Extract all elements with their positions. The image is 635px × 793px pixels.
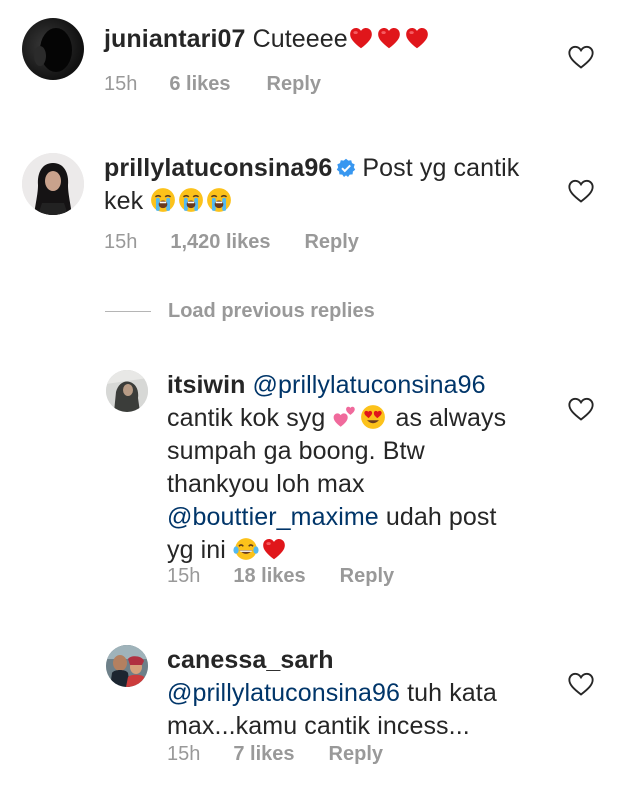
likes-count[interactable]: 6 likes (169, 73, 230, 96)
mention-link[interactable]: @prillylatuconsina96 (253, 371, 486, 399)
load-previous-replies[interactable]: Load previous replies (105, 300, 375, 323)
avatar-photo (106, 645, 148, 687)
comment-text: kek (104, 187, 144, 215)
comment-text: as always (395, 404, 507, 432)
verified-badge-icon (337, 158, 356, 177)
avatar-photo (34, 28, 72, 72)
red-heart-emoji-icon (377, 28, 400, 49)
avatar-photo (22, 153, 84, 215)
avatar[interactable] (22, 153, 84, 215)
avatar[interactable] (22, 18, 84, 80)
comment-text: sumpah ga boong. Btw (167, 437, 425, 465)
comment-body: itsiwin @prillylatuconsina96 cantik kok … (167, 369, 567, 567)
timestamp: 15h (167, 743, 201, 765)
username[interactable]: prillylatuconsina96 (104, 154, 332, 182)
username[interactable]: juniantari07 (104, 25, 246, 53)
comment-text: Cuteeee (252, 25, 348, 53)
like-heart-icon[interactable] (567, 178, 595, 204)
comment-text: tuh kata (407, 679, 497, 707)
divider (105, 311, 151, 312)
timestamp: 15h (104, 231, 138, 253)
reply-button[interactable]: Reply (304, 231, 358, 254)
load-previous-label[interactable]: Load previous replies (168, 300, 375, 323)
like-heart-icon[interactable] (567, 44, 595, 70)
comment-meta: 15h 7 likes Reply (167, 743, 383, 766)
avatar-photo (106, 370, 148, 412)
red-heart-emoji-icon (263, 539, 285, 560)
likes-count[interactable]: 18 likes (233, 565, 305, 588)
comment-text: thankyou loh max (167, 470, 365, 498)
reply-button[interactable]: Reply (340, 565, 394, 588)
comment-text: Post yg cantik (362, 154, 520, 182)
likes-count[interactable]: 1,420 likes (170, 231, 270, 254)
comment-body: juniantari07 Cuteeee (104, 23, 432, 56)
likes-count[interactable]: 7 likes (233, 743, 294, 766)
comment-text: cantik kok syg (167, 404, 326, 432)
like-heart-icon[interactable] (567, 671, 595, 697)
heart-eyes-face-emoji-icon (361, 405, 386, 429)
comment-meta: 15h 6 likes Reply (104, 73, 321, 96)
like-heart-icon[interactable] (567, 396, 595, 422)
timestamp: 15h (104, 73, 138, 95)
avatar[interactable] (106, 370, 148, 412)
mention-link[interactable]: @prillylatuconsina96 (167, 679, 400, 707)
comment-meta: 15h 18 likes Reply (167, 565, 394, 588)
comment-text: max...kamu cantik incess... (167, 712, 470, 740)
loudly-crying-face-emoji-icon (151, 188, 176, 212)
comment-body: prillylatuconsina96 Post yg cantik kek (104, 152, 544, 218)
red-heart-emoji-icon (405, 28, 428, 49)
loudly-crying-face-emoji-icon (179, 188, 204, 212)
comment-text: yg ini (167, 536, 226, 564)
timestamp: 15h (167, 565, 201, 587)
tears-of-joy-face-emoji-icon (233, 538, 259, 560)
mention-link[interactable]: @bouttier_maxime (167, 503, 379, 531)
red-heart-emoji-icon (349, 28, 372, 49)
avatar[interactable] (106, 645, 148, 687)
comment-meta: 15h 1,420 likes Reply (104, 231, 359, 254)
username[interactable]: itsiwin (167, 371, 245, 399)
reply-button[interactable]: Reply (267, 73, 321, 96)
two-hearts-emoji-icon (334, 406, 356, 427)
loudly-crying-face-emoji-icon (207, 188, 232, 212)
username[interactable]: canessa_sarh (167, 646, 334, 674)
comment-body: canessa_sarh @prillylatuconsina96 tuh ka… (167, 644, 567, 743)
comment-text: udah post (385, 503, 497, 531)
reply-button[interactable]: Reply (329, 743, 383, 766)
